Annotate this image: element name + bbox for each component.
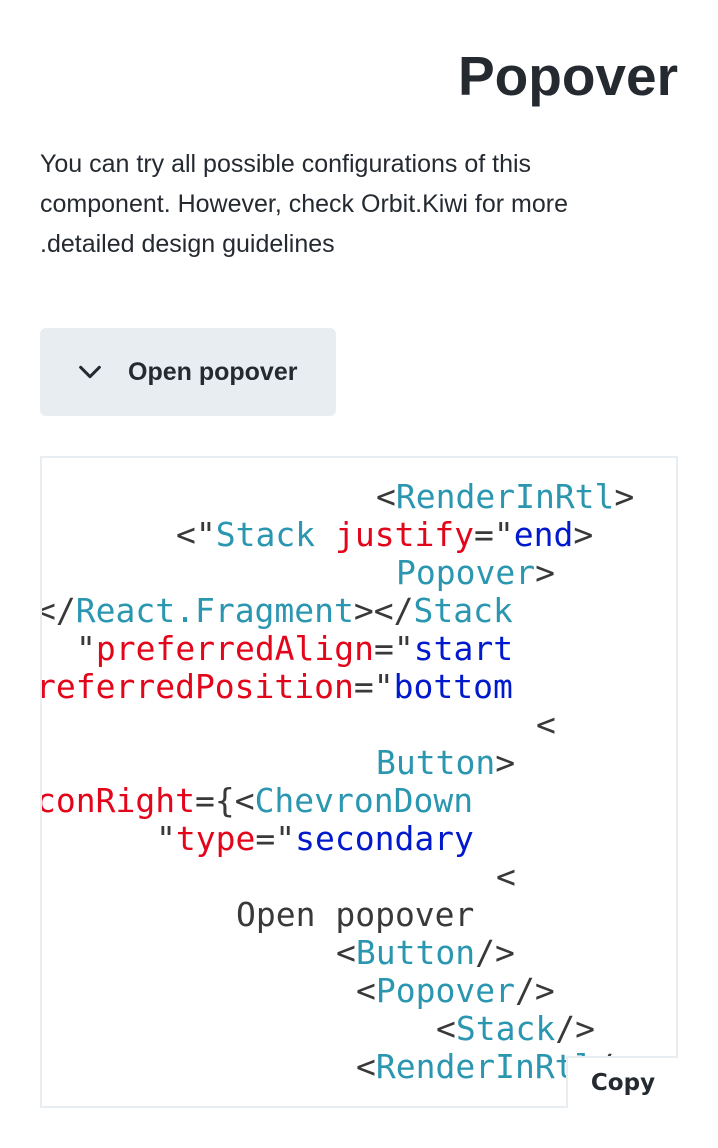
code-line: <Popover/> bbox=[356, 972, 555, 1010]
code-token: =" bbox=[353, 667, 394, 706]
code-line: Open popover bbox=[236, 896, 474, 934]
page-description: You can try all possible configurations … bbox=[40, 144, 660, 264]
code-line: referredPosition="bottom bbox=[40, 667, 513, 706]
code-token: < bbox=[496, 857, 516, 896]
code-token: > bbox=[573, 515, 594, 554]
open-popover-button-label: Open popover bbox=[128, 358, 298, 386]
code-token: end bbox=[513, 515, 574, 554]
code-line: <RenderInRtl> bbox=[376, 478, 634, 516]
code-line: conRight={<ChevronDown bbox=[40, 781, 474, 820]
code-token: < bbox=[336, 933, 356, 972]
code-token: Popover bbox=[396, 553, 536, 592]
code-token: type bbox=[175, 819, 256, 858]
code-token: ></ bbox=[353, 591, 414, 630]
code-token: conRight bbox=[40, 781, 195, 820]
code-token: secondary bbox=[295, 819, 474, 858]
code-token: < bbox=[436, 1009, 456, 1048]
copy-button[interactable]: Copy bbox=[566, 1056, 678, 1108]
code-line: < bbox=[496, 858, 516, 896]
code-token: bottom bbox=[393, 667, 513, 706]
code-token: < bbox=[356, 1047, 376, 1086]
code-line: < bbox=[536, 706, 556, 744]
code-token: < bbox=[536, 705, 556, 744]
code-line: </React.Fragment></Stack bbox=[42, 591, 513, 630]
code-token: > bbox=[535, 553, 555, 592]
code-block: <RenderInRtl> <"Stack justify="end> Popove… bbox=[40, 456, 678, 1108]
code-line: Popover> bbox=[396, 554, 555, 592]
code-token: <" bbox=[176, 515, 216, 554]
code-line: <Button/> bbox=[336, 934, 515, 972]
code-token: React.Fragment bbox=[75, 591, 354, 630]
code-token: " bbox=[76, 629, 96, 668]
description-line: You can try all possible configurations … bbox=[40, 150, 532, 178]
page-title: Popover bbox=[457, 45, 678, 107]
code-line: "preferredAlign="start bbox=[76, 630, 513, 668]
code-token: Stack bbox=[455, 1009, 556, 1048]
code-token: =" bbox=[255, 819, 296, 858]
code-token: </ bbox=[42, 591, 76, 630]
code-token: Stack bbox=[413, 591, 513, 630]
code-token: /> bbox=[555, 1009, 595, 1048]
code-token: Stack bbox=[215, 515, 335, 554]
code-token: Button bbox=[355, 933, 476, 972]
code-token: ChevronDown bbox=[254, 781, 474, 820]
open-popover-button[interactable]: Open popover bbox=[40, 328, 336, 416]
code-token: RenderInRtl bbox=[395, 477, 615, 516]
code-token: < bbox=[376, 477, 396, 516]
description-line: component. However, check Orbit.Kiwi for… bbox=[40, 190, 568, 218]
code-token: < bbox=[356, 971, 376, 1010]
code-line: Button> bbox=[376, 744, 515, 782]
code-token: Button bbox=[376, 743, 496, 782]
code-token: =" bbox=[374, 629, 414, 668]
code-token: Open popover bbox=[236, 895, 475, 934]
code-token: justify bbox=[334, 515, 475, 554]
code-line: <"Stack justify="end> bbox=[176, 516, 593, 554]
code-token: /> bbox=[475, 933, 515, 972]
code-token: > bbox=[614, 477, 635, 516]
code-line: <Stack/> bbox=[436, 1010, 595, 1048]
code-token: ={< bbox=[194, 781, 255, 820]
description-line: .detailed design guidelines bbox=[40, 230, 335, 258]
code-token: " bbox=[156, 819, 176, 858]
code-token: RenderInRtl bbox=[375, 1047, 595, 1086]
code-token: referredPosition bbox=[40, 667, 354, 706]
code-token: > bbox=[495, 743, 516, 782]
code-token: Popover bbox=[375, 971, 515, 1010]
code-token: =" bbox=[474, 515, 514, 554]
code-token: /> bbox=[514, 971, 555, 1010]
code-token: start bbox=[413, 629, 514, 668]
chevron-down-icon bbox=[79, 365, 101, 379]
code-token: preferredAlign bbox=[95, 629, 375, 668]
code-line: "type="secondary bbox=[156, 820, 474, 858]
